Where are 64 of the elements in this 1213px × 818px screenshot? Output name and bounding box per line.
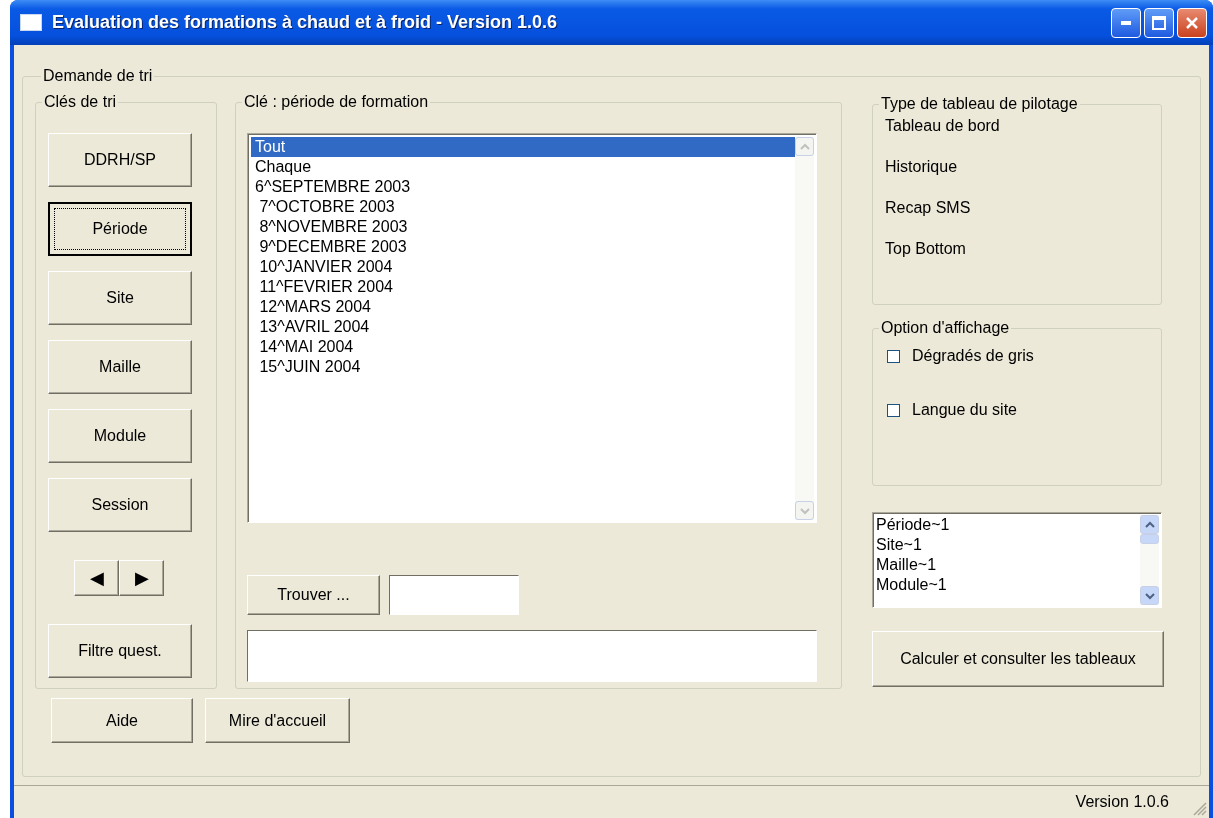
checkbox[interactable]	[887, 403, 900, 417]
status-text: Version 1.0.6	[1075, 793, 1169, 811]
sort-key-button[interactable]: Maille	[48, 340, 192, 394]
checkbox-label[interactable]: Langue du site	[912, 401, 1017, 419]
list-item[interactable]: Module~1	[876, 576, 947, 593]
list-item[interactable]: Chaque	[251, 157, 795, 177]
selected-keys-list[interactable]: Période~1 Site~1 Maille~1 Module~1	[872, 512, 1162, 608]
minimize-button[interactable]	[1111, 7, 1141, 38]
list-item[interactable]: 11^FEVRIER 2004	[251, 277, 795, 297]
option-label[interactable]: Top Bottom	[885, 240, 966, 257]
list-item[interactable]: Site~1	[876, 536, 922, 553]
window-title: Evaluation des formations à chaud et à froid - Version 1.0.6	[52, 12, 559, 33]
list-item[interactable]: 14^MAI 2004	[251, 337, 795, 357]
checkbox-label[interactable]: Dégradés de gris	[912, 347, 1034, 365]
group-label: Clés de tri	[43, 93, 118, 111]
option-label[interactable]: Recap SMS	[885, 199, 971, 216]
chevron-up-icon	[799, 142, 810, 151]
period-list[interactable]: Tout Chaque 6^SEPTEMBRE 2003 7^OCTOBRE 2003 8^NOVEMBRE 2003 9^DECEMBRE 2003 10^JANVIER 2004 11^FEVRIER 2004 12^MARS 2004 13^AVRIL 2004 14^MAI 2004 15^JUIN 2004	[247, 133, 817, 523]
list-item[interactable]: 10^JANVIER 2004	[251, 257, 795, 277]
chevron-up-icon	[1144, 520, 1155, 529]
sort-key-button[interactable]: Session	[48, 478, 192, 532]
find-button[interactable]: Trouver ...	[247, 575, 380, 615]
list-item[interactable]: 12^MARS 2004	[251, 297, 795, 317]
sort-key-button[interactable]: Période	[48, 202, 192, 256]
list-item[interactable]: Maille~1	[876, 556, 937, 573]
arrow-button[interactable]: ◀	[74, 560, 119, 596]
option-label[interactable]: Historique	[885, 158, 958, 175]
list-item[interactable]: 15^JUIN 2004	[251, 357, 795, 377]
list-item[interactable]: 6^SEPTEMBRE 2003	[251, 177, 795, 197]
filter-button[interactable]: Filtre quest.	[48, 624, 192, 678]
scroll-down-button[interactable]	[1140, 586, 1159, 605]
scrollbar[interactable]	[1140, 515, 1159, 605]
group-label: Demande de tri	[42, 67, 154, 85]
group-label: Clé : période de formation	[243, 93, 430, 111]
text-field[interactable]	[247, 630, 817, 682]
list-item[interactable]: 7^OCTOBRE 2003	[251, 197, 795, 217]
maximize-button[interactable]	[1144, 7, 1174, 38]
footer-button[interactable]: Mire d'accueil	[205, 698, 350, 743]
search-field[interactable]	[389, 575, 519, 615]
list-item[interactable]: 13^AVRIL 2004	[251, 317, 795, 337]
sort-key-button[interactable]: Site	[48, 271, 192, 325]
window-icon	[20, 14, 42, 31]
chevron-down-icon	[799, 506, 810, 515]
sort-key-button[interactable]: DDRH/SP	[48, 133, 192, 187]
minimize-icon	[1121, 20, 1131, 25]
list-item[interactable]: Période~1	[876, 516, 950, 533]
sort-key-button[interactable]: Module	[48, 409, 192, 463]
list-item[interactable]: 8^NOVEMBRE 2003	[251, 217, 795, 237]
list-item[interactable]: 9^DECEMBRE 2003	[251, 237, 795, 257]
close-button[interactable]	[1177, 7, 1207, 38]
arrow-button[interactable]: ▶	[119, 560, 164, 596]
chevron-down-icon	[1144, 591, 1155, 600]
footer-button[interactable]: Aide	[51, 698, 193, 743]
option-label[interactable]: Tableau de bord	[885, 117, 1000, 134]
maximize-icon	[1152, 15, 1166, 30]
compute-button[interactable]: Calculer et consulter les tableaux	[872, 631, 1164, 687]
list-item[interactable]: Tout	[251, 137, 795, 157]
scroll-thumb[interactable]	[1140, 534, 1159, 544]
resize-grip-icon	[1193, 802, 1207, 816]
scroll-up-button[interactable]	[1140, 515, 1159, 534]
checkbox[interactable]	[887, 349, 900, 363]
group-label: Type de tableau de pilotage	[880, 95, 1079, 113]
close-icon	[1185, 15, 1199, 30]
group-label: Option d'affichage	[880, 319, 1011, 337]
